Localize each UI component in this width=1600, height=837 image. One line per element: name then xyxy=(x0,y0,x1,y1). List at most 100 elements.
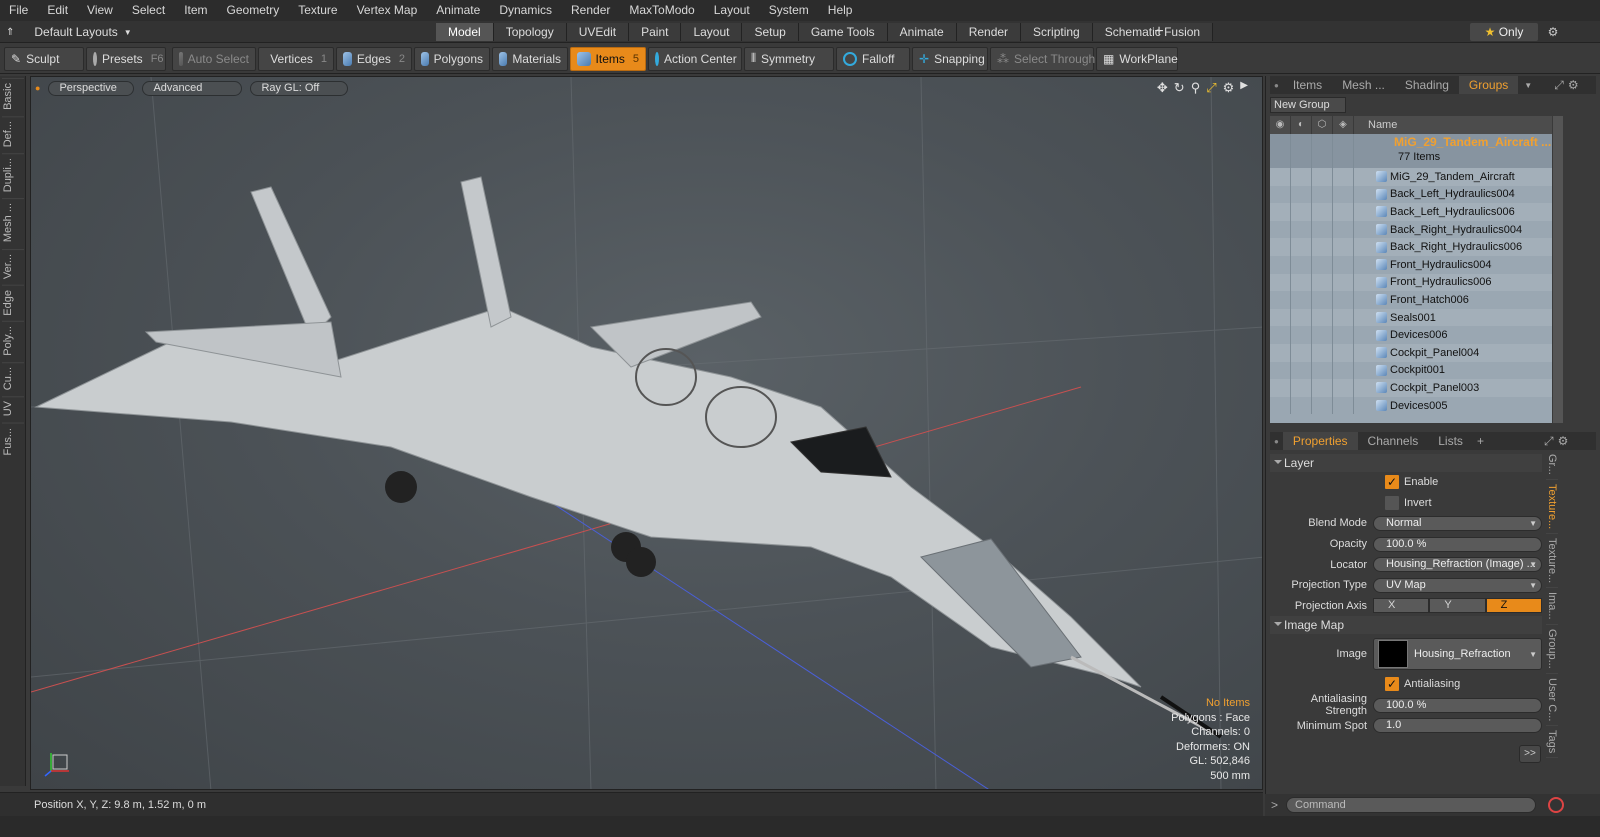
items-button[interactable]: Items 5 xyxy=(570,46,646,71)
select-col-icon[interactable]: ◈ xyxy=(1333,116,1354,134)
left-tab-polygon[interactable]: Poly... xyxy=(1,321,24,361)
min-spot-field[interactable]: 1.0 xyxy=(1373,718,1542,734)
root-group-row[interactable]: MiG_29_Tandem_Aircraft ... 77 Items xyxy=(1270,134,1552,168)
rotate-icon[interactable]: ↻ xyxy=(1174,80,1185,96)
workplane-button[interactable]: ▦ WorkPlane xyxy=(1096,46,1178,71)
item-flag-cell[interactable] xyxy=(1312,326,1333,344)
item-flag-cell[interactable] xyxy=(1333,273,1354,292)
tab-mesh[interactable]: Mesh ... xyxy=(1332,76,1395,94)
group-list-item[interactable]: Devices006 xyxy=(1270,326,1552,344)
tab-game-tools[interactable]: Game Tools xyxy=(798,23,888,41)
menu-view[interactable]: View xyxy=(78,0,123,21)
pop-out-icon[interactable]: ⤢ xyxy=(1554,78,1564,93)
props-menu-dot[interactable]: ● xyxy=(1274,437,1279,446)
menu-animate[interactable]: Animate xyxy=(427,0,490,21)
item-flag-cell[interactable] xyxy=(1270,343,1291,362)
item-flag-cell[interactable] xyxy=(1312,203,1333,221)
item-flag-cell[interactable] xyxy=(1270,185,1291,204)
axis-y-button[interactable]: Y xyxy=(1429,598,1486,614)
more-button[interactable]: >> xyxy=(1519,745,1541,763)
symmetry-button[interactable]: ⫴ Symmetry xyxy=(744,46,834,71)
tab-animate[interactable]: Animate xyxy=(887,23,957,41)
item-flag-cell[interactable] xyxy=(1333,379,1354,397)
item-flag-cell[interactable] xyxy=(1270,326,1291,344)
tab-model[interactable]: Model xyxy=(436,23,494,41)
item-flag-cell[interactable] xyxy=(1291,255,1312,274)
side-tab-texture-1[interactable]: Texture... xyxy=(1546,480,1558,535)
add-tab-icon[interactable]: + xyxy=(1477,434,1484,448)
edges-button[interactable]: Edges 2 xyxy=(336,46,412,71)
axis-z-button[interactable]: Z xyxy=(1485,598,1542,614)
item-flag-cell[interactable] xyxy=(1291,361,1312,380)
item-flag-cell[interactable] xyxy=(1270,220,1291,239)
menu-system[interactable]: System xyxy=(760,0,819,21)
left-tab-mesh[interactable]: Mesh ... xyxy=(1,198,24,247)
left-tab-uv[interactable]: UV xyxy=(1,396,24,421)
item-flag-cell[interactable] xyxy=(1312,308,1333,327)
item-flag-cell[interactable] xyxy=(1333,185,1354,204)
viewport-menu-dot[interactable]: ● xyxy=(35,83,40,93)
action-center-button[interactable]: Action Center xyxy=(648,46,742,71)
tab-channels[interactable]: Channels xyxy=(1358,432,1429,450)
vertices-button[interactable]: Vertices 1 xyxy=(258,46,334,71)
item-flag-cell[interactable] xyxy=(1270,361,1291,380)
polygons-button[interactable]: Polygons xyxy=(414,46,490,71)
group-list-item[interactable]: Cockpit_Panel003 xyxy=(1270,379,1552,397)
left-tab-basic[interactable]: Basic xyxy=(1,78,24,114)
item-flag-cell[interactable] xyxy=(1270,379,1291,397)
item-flag-cell[interactable] xyxy=(1291,291,1312,309)
item-flag-cell[interactable] xyxy=(1333,396,1354,415)
layout-selector[interactable]: ⇑ Default Layouts ▼ xyxy=(6,21,132,43)
menu-maxtomodo[interactable]: MaxToModo xyxy=(620,0,704,21)
item-flag-cell[interactable] xyxy=(1270,203,1291,221)
group-list-item[interactable]: Back_Right_Hydraulics004 xyxy=(1270,220,1552,239)
tab-scripting[interactable]: Scripting xyxy=(1021,23,1093,41)
falloff-button[interactable]: Falloff xyxy=(836,46,910,71)
item-flag-cell[interactable] xyxy=(1270,396,1291,415)
aa-strength-field[interactable]: 100.0 % xyxy=(1373,697,1542,713)
enable-checkbox[interactable]: ✓ xyxy=(1385,475,1399,490)
item-flag-cell[interactable] xyxy=(1312,291,1333,309)
side-tab-image[interactable]: Ima... xyxy=(1546,588,1558,625)
left-tab-fusion[interactable]: Fus... xyxy=(1,422,24,460)
only-toggle[interactable]: ★ Only xyxy=(1470,23,1538,41)
menu-item[interactable]: Item xyxy=(175,0,217,21)
group-list-item[interactable]: Back_Left_Hydraulics006 xyxy=(1270,203,1552,221)
tab-shading[interactable]: Shading xyxy=(1395,76,1459,94)
projection-type-dropdown[interactable]: UV Map xyxy=(1373,577,1542,593)
item-flag-cell[interactable] xyxy=(1291,273,1312,292)
render-col-icon[interactable]: ◐ xyxy=(1291,116,1312,134)
tab-layout[interactable]: Layout xyxy=(681,23,743,41)
tab-paint[interactable]: Paint xyxy=(629,23,682,41)
eye-icon[interactable] xyxy=(1270,134,1291,168)
item-flag-cell[interactable] xyxy=(1291,326,1312,344)
item-flag-cell[interactable] xyxy=(1291,203,1312,221)
item-flag-cell[interactable] xyxy=(1270,308,1291,327)
item-flag-cell[interactable] xyxy=(1333,255,1354,274)
zoom-icon[interactable]: ⚲ xyxy=(1191,80,1201,96)
new-group-button[interactable]: New Group xyxy=(1270,97,1346,113)
item-flag-cell[interactable] xyxy=(1291,396,1312,415)
left-tab-duplicate[interactable]: Dupli... xyxy=(1,153,24,197)
auto-select-button[interactable]: Auto Select xyxy=(172,46,256,71)
expand-arrow-icon[interactable]: ▶ xyxy=(1240,80,1248,96)
menu-render[interactable]: Render xyxy=(562,0,620,21)
item-flag-cell[interactable] xyxy=(1291,220,1312,239)
render-icon[interactable] xyxy=(1291,134,1312,168)
group-list-item[interactable]: Seals001 xyxy=(1270,308,1552,327)
lock-col-icon[interactable]: ⬡ xyxy=(1312,116,1333,134)
item-flag-cell[interactable] xyxy=(1291,343,1312,362)
maximize-icon[interactable]: ⤢ xyxy=(1206,80,1216,96)
menu-help[interactable]: Help xyxy=(819,0,863,21)
side-tab-tags[interactable]: Tags xyxy=(1546,726,1558,759)
menu-dynamics[interactable]: Dynamics xyxy=(490,0,562,21)
item-flag-cell[interactable] xyxy=(1270,291,1291,309)
item-flag-cell[interactable] xyxy=(1312,255,1333,274)
pan-icon[interactable]: ✥ xyxy=(1157,80,1168,96)
left-tab-vertex[interactable]: Ver... xyxy=(1,248,24,283)
invert-checkbox[interactable] xyxy=(1385,495,1399,510)
item-flag-cell[interactable] xyxy=(1291,308,1312,327)
item-flag-cell[interactable] xyxy=(1333,308,1354,327)
item-flag-cell[interactable] xyxy=(1270,168,1291,186)
left-tab-curve[interactable]: Cu... xyxy=(1,362,24,395)
